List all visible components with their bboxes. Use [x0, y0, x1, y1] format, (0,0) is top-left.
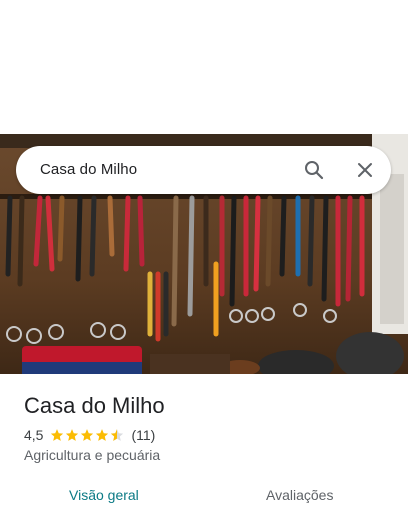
rating-value: 4,5 — [24, 427, 44, 443]
place-category[interactable]: Agricultura e pecuária — [24, 447, 160, 463]
close-icon[interactable] — [353, 158, 377, 182]
star-half-icon — [111, 429, 124, 441]
map-blank-area — [0, 0, 408, 134]
star-icon — [66, 429, 79, 441]
place-title: Casa do Milho — [24, 393, 165, 418]
search-icon[interactable] — [302, 158, 326, 182]
rating-row[interactable]: 4,5 (11) — [24, 426, 155, 444]
star-icon — [81, 429, 94, 441]
tab-overview[interactable]: Visão geral — [69, 487, 139, 503]
star-icon — [51, 429, 64, 441]
place-screen: Casa do Milho Casa do Milho 4,5 (11) Agr… — [0, 0, 408, 508]
search-input[interactable]: Casa do Milho — [40, 161, 137, 178]
star-icon — [96, 429, 109, 441]
rating-stars — [50, 428, 125, 442]
review-count[interactable]: (11) — [131, 427, 155, 443]
search-bar[interactable]: Casa do Milho — [16, 146, 391, 194]
tab-reviews[interactable]: Avaliações — [266, 487, 333, 503]
